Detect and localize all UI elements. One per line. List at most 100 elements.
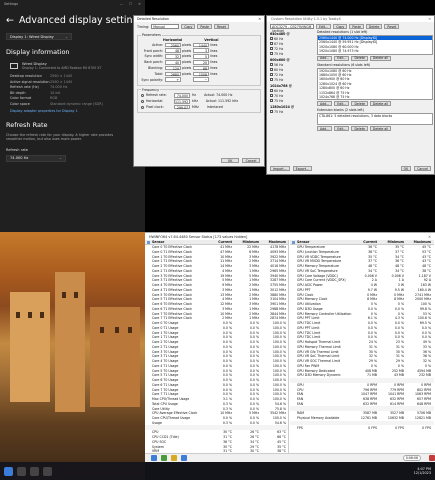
monitor-select[interactable]: AOC3279 - Q3279VWGM (active): [270, 24, 314, 33]
list-item[interactable]: CTA-861: 5 detailed resolutions, 3 data …: [318, 114, 432, 118]
reset-icon[interactable]: [171, 455, 177, 461]
sensor-row[interactable]: GPU VR VDDC Temperature 35 °C 34 °C 43 °C: [290, 241, 434, 259]
sensor-row[interactable]: Core 6 T0 Effective Clock 12 MHz 3 MHz 3901…: [145, 241, 288, 307]
layout-icon[interactable]: [181, 455, 187, 461]
sensor-row[interactable]: Core 6 T1 Effective Clock 3 MHz 1 MHz 2988 …: [145, 241, 288, 312]
sensor-row[interactable]: Core 5 T0 Effective Clock 13 MHz 2 MHz 3880…: [145, 241, 288, 297]
sensor-row[interactable]: Core 1 T0 Effective Clock 10 MHz 3 MHz 3922…: [145, 241, 288, 259]
sensor-row[interactable]: GPU Fan PWM 0 % 0 % 0 %: [290, 241, 434, 369]
sensor-row[interactable]: Core 7 T1 Usage 0.0 % 0.0 % 100.0 %: [145, 241, 288, 397]
sensor-row[interactable]: Core 4 T1 Effective Clock 3 MHz 1 MHz 3012 …: [145, 241, 288, 293]
sensor-row[interactable]: GPU VR MVDD Temperature 37 °C 36 °C 43 °C: [290, 241, 434, 264]
sensor-row[interactable]: Core 7 T1 Effective Clock 2 MHz 1 MHz 2874 …: [145, 241, 288, 321]
sensor-row[interactable]: GPU 0 RPM 0 RPM 0 RPM: [290, 241, 434, 388]
resolution-item[interactable]: 75 Hz: [270, 98, 314, 103]
sensor-row[interactable]: GPU TDC Limit 0.0 % 0.0 % 0.0 %: [290, 241, 434, 335]
frequency-radio[interactable]: [141, 105, 144, 109]
list-item[interactable]: 1024x768 @ 75 Hz: [318, 95, 432, 99]
sensor-row[interactable]: FAN 632 RPM 614 RPM 648 RPM: [290, 241, 434, 407]
search-icon[interactable]: [17, 466, 26, 476]
sensor-row[interactable]: GPU PPT Limit 6.1 % 4.3 % 100.6 %: [290, 241, 434, 321]
sensor-row[interactable]: GPU Memory Controller Utilization 0 % 0 % 5…: [290, 241, 434, 316]
sensor-row[interactable]: Core 0 T0 Usage 0.0 % 0.0 % 100.0 %: [145, 241, 288, 326]
delete-button[interactable]: Delete: [351, 55, 368, 61]
start-icon[interactable]: [4, 466, 13, 476]
sensor-row[interactable]: GPU VR SOC Thermal Limit 29 % 29 % 32 %: [290, 241, 434, 364]
sensor-row[interactable]: RAM 3587 MB 3527 MB 5706 MB: [290, 241, 434, 416]
sensor-row[interactable]: Max CPU/Thread Usage 3.1 % 0.0 % 100.0 %: [145, 241, 288, 402]
sensor-row[interactable]: GPU Core Voltage (VDDC) 0.006 V 0.006 V 1.1…: [290, 241, 434, 278]
sensor-row[interactable]: GPU TDC Limit 0.0 % 0.0 % 0.0 %: [290, 241, 434, 340]
sensor-row[interactable]: Core 1 T1 Usage 0.0 % 0.0 % 100.0 %: [145, 241, 288, 340]
horizontal-input[interactable]: 48: [165, 48, 181, 53]
add-button[interactable]: Add...: [317, 126, 333, 132]
edit-monitor-button[interactable]: Edit...: [316, 24, 332, 29]
sensor-row[interactable]: Core 1 T0 Usage 0.0 % 0.0 % 100.0 %: [145, 241, 288, 335]
cancel-button[interactable]: Cancel: [242, 158, 260, 163]
vertical-input[interactable]: 1508: [193, 71, 209, 77]
checkbox[interactable]: [270, 68, 273, 71]
resolution-item[interactable]: 75 Hz: [270, 109, 314, 114]
resolution-item[interactable]: 75 Hz: [270, 51, 314, 56]
sensor-row[interactable]: Core CPU/Thread Usage 0.0 % 0.0 % 100.0 %: [145, 241, 288, 421]
sensor-row[interactable]: Core 3 T1 Effective Clock 5 MHz 1 MHz 3287 …: [145, 241, 288, 283]
checkbox[interactable]: [270, 73, 273, 76]
sensor-row[interactable]: GPU PPT 9.7 W 9.5 W 160.4 W: [290, 241, 434, 293]
frequency-input[interactable]: 299.07: [174, 104, 190, 110]
sensor-row[interactable]: GPU Memory Temperature 48 °C 48 °C 48 °C: [290, 241, 434, 269]
sensor-row[interactable]: CPU 30 °C 26 °C 63 °C: [145, 241, 288, 435]
cancel-button[interactable]: Cancel: [414, 166, 431, 171]
sensor-row[interactable]: Core 5 T0 Usage 0.0 % 0.0 % 100.0 %: [145, 241, 288, 373]
close-icon[interactable]: ✕: [138, 2, 141, 6]
export-button[interactable]: Export...: [292, 166, 313, 171]
sensor-row[interactable]: Core 2 T1 Usage 0.0 % 0.0 % 100.0 %: [145, 241, 288, 350]
import-button[interactable]: Import...: [270, 166, 290, 171]
reset-button[interactable]: Reset: [213, 24, 229, 29]
horizontal-input[interactable]: +: [165, 77, 181, 82]
sensor-row[interactable]: CPU Average Effective Clock 10 MHz 5 MHz 35…: [145, 241, 288, 416]
vertical-input[interactable]: 3: [193, 48, 209, 53]
checkbox[interactable]: [270, 78, 273, 81]
sensor-row[interactable]: GPU Memory Clock 8 MHz 8 MHz 2000 MHz: [290, 241, 434, 302]
vertical-input[interactable]: 20: [193, 59, 209, 65]
log-icon[interactable]: [161, 455, 167, 461]
sensor-row[interactable]: GPU Junction Temperature 38 °C 37 °C 53 °C: [290, 241, 434, 255]
delete-all-button[interactable]: Delete all: [369, 126, 392, 132]
sensor-row[interactable]: Core 0 T1 Effective Clock 47 MHz 6 MHz 4093…: [145, 241, 288, 255]
sensor-row[interactable]: Core 2 T0 Usage 0.0 % 0.0 % 100.0 %: [145, 241, 288, 345]
minimize-icon[interactable]: —: [120, 2, 123, 6]
checkbox[interactable]: [270, 63, 273, 66]
delete-all-button[interactable]: Delete all: [369, 101, 392, 107]
file-explorer-icon[interactable]: [30, 466, 39, 476]
sensor-row[interactable]: GPU ASIC Power 4 W 3 W 163 W: [290, 241, 434, 288]
sensor-row[interactable]: Core 0 T0 Effective Clock 41 MHz 22 MHz 417…: [145, 241, 288, 250]
sensor-row[interactable]: Core 6 T1 Usage 0.0 % 0.0 % 100.0 %: [145, 241, 288, 388]
add-button[interactable]: Add...: [317, 55, 333, 61]
horizontal-input[interactable]: 2680: [165, 71, 181, 77]
edit-button[interactable]: Edit...: [334, 126, 350, 132]
copy-button[interactable]: Copy: [333, 24, 348, 29]
checkbox[interactable]: [270, 47, 273, 50]
sensor-column-header[interactable]: Sensor: [145, 240, 207, 244]
add-button[interactable]: Add...: [317, 101, 333, 107]
sensor-row[interactable]: GPU Clock 0 MHz 0 MHz 2741 MHz: [290, 241, 434, 297]
sensor-row[interactable]: Core Utility 0.3 % 0.0 % 75.8 %: [145, 241, 288, 411]
checkbox[interactable]: [270, 37, 273, 40]
resolution-item[interactable]: 75 Hz: [270, 77, 314, 82]
back-arrow-icon[interactable]: ←: [6, 15, 14, 26]
reset-button[interactable]: Reset: [384, 24, 400, 29]
sensor-row[interactable]: Core 6 T0 Usage 0.0 % 0.0 % 100.0 %: [145, 241, 288, 383]
frequency-radio[interactable]: [141, 99, 144, 103]
close-sensors-icon[interactable]: [429, 455, 435, 461]
display-select[interactable]: Display 1: Wired Display ⌄: [6, 33, 72, 40]
frequency-input[interactable]: 111.592: [174, 98, 190, 104]
ok-button[interactable]: OK: [221, 158, 239, 163]
sensor-row[interactable]: GPU Memory Thermal Limit 31 % 31 % 33 %: [290, 241, 434, 350]
sensor-row[interactable]: Core 1 T1 Effective Clock 11 MHz 2 MHz 3714…: [145, 241, 288, 264]
sensor-row[interactable]: Core 7 T0 Usage 0.0 % 0.0 % 100.0 %: [145, 241, 288, 392]
horizontal-input[interactable]: 40: [165, 59, 181, 65]
sensor-row[interactable]: CPU CCD1 (Tdie) 31 °C 26 °C 66 °C: [145, 241, 288, 440]
sensor-row[interactable]: Core 4 T1 Usage 0.0 % 0.0 % 100.0 %: [145, 241, 288, 369]
detailed-resolutions-list[interactable]: 2560x1440 @ 74.000 Hz [DisplayID] 2560x14…: [317, 35, 433, 55]
horizontal-input[interactable]: 120: [165, 65, 181, 71]
